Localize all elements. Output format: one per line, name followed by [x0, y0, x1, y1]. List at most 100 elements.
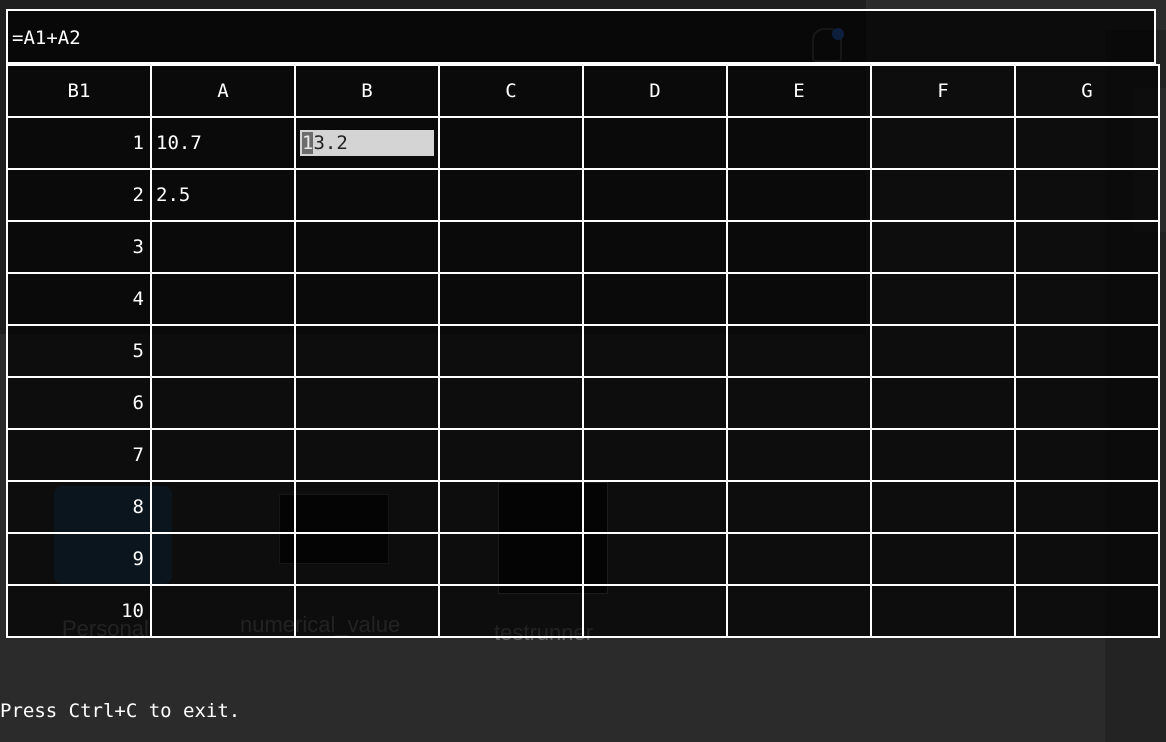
cell-g3[interactable]: [1014, 220, 1160, 274]
cell-g4[interactable]: [1014, 272, 1160, 326]
cell-f9[interactable]: [870, 532, 1016, 586]
cell-a2[interactable]: 2.5: [150, 168, 296, 222]
column-header-e[interactable]: E: [726, 64, 872, 118]
formula-bar[interactable]: =A1+A2: [6, 9, 1156, 64]
cell-b10[interactable]: [294, 584, 440, 638]
cell-b2[interactable]: [294, 168, 440, 222]
cell-a6[interactable]: [150, 376, 296, 430]
row-header[interactable]: 7: [6, 428, 152, 482]
cell-g8[interactable]: [1014, 480, 1160, 534]
cell-f4[interactable]: [870, 272, 1016, 326]
column-header-a[interactable]: A: [150, 64, 296, 118]
cell-c4[interactable]: [438, 272, 584, 326]
cell-f7[interactable]: [870, 428, 1016, 482]
cell-c2[interactable]: [438, 168, 584, 222]
table-row: 8: [6, 480, 1160, 534]
terminal-spreadsheet: =A1+A2 B1 A B C D E F G 1 10.7 13.2 2 2.…: [0, 0, 1166, 742]
cell-f2[interactable]: [870, 168, 1016, 222]
cell-b8[interactable]: [294, 480, 440, 534]
cell-e7[interactable]: [726, 428, 872, 482]
cell-c7[interactable]: [438, 428, 584, 482]
cell-d5[interactable]: [582, 324, 728, 378]
cell-d9[interactable]: [582, 532, 728, 586]
cell-f8[interactable]: [870, 480, 1016, 534]
column-header-row: B1 A B C D E F G: [6, 64, 1160, 118]
cell-d4[interactable]: [582, 272, 728, 326]
cell-e2[interactable]: [726, 168, 872, 222]
cell-d1[interactable]: [582, 116, 728, 170]
table-row: 1 10.7 13.2: [6, 116, 1160, 170]
cell-e9[interactable]: [726, 532, 872, 586]
cell-b5[interactable]: [294, 324, 440, 378]
cell-g6[interactable]: [1014, 376, 1160, 430]
cell-a4[interactable]: [150, 272, 296, 326]
cell-g10[interactable]: [1014, 584, 1160, 638]
cell-c10[interactable]: [438, 584, 584, 638]
column-header-c[interactable]: C: [438, 64, 584, 118]
row-header[interactable]: 5: [6, 324, 152, 378]
cell-f5[interactable]: [870, 324, 1016, 378]
cell-e3[interactable]: [726, 220, 872, 274]
cell-editor[interactable]: 13.2: [300, 130, 434, 156]
row-header[interactable]: 1: [6, 116, 152, 170]
column-header-g[interactable]: G: [1014, 64, 1160, 118]
cell-f6[interactable]: [870, 376, 1016, 430]
cell-c3[interactable]: [438, 220, 584, 274]
cell-reference: B1: [6, 64, 152, 118]
cell-d8[interactable]: [582, 480, 728, 534]
cell-g7[interactable]: [1014, 428, 1160, 482]
cell-a10[interactable]: [150, 584, 296, 638]
row-header[interactable]: 3: [6, 220, 152, 274]
cell-d7[interactable]: [582, 428, 728, 482]
column-header-b[interactable]: B: [294, 64, 440, 118]
row-header[interactable]: 2: [6, 168, 152, 222]
cell-b7[interactable]: [294, 428, 440, 482]
cell-a7[interactable]: [150, 428, 296, 482]
cell-b3[interactable]: [294, 220, 440, 274]
cell-g9[interactable]: [1014, 532, 1160, 586]
cell-g1[interactable]: [1014, 116, 1160, 170]
cell-a1[interactable]: 10.7: [150, 116, 296, 170]
cell-b9[interactable]: [294, 532, 440, 586]
table-row: 7: [6, 428, 1160, 482]
column-header-d[interactable]: D: [582, 64, 728, 118]
row-header[interactable]: 4: [6, 272, 152, 326]
column-header-f[interactable]: F: [870, 64, 1016, 118]
cell-e4[interactable]: [726, 272, 872, 326]
cell-b4[interactable]: [294, 272, 440, 326]
table-row: 6: [6, 376, 1160, 430]
table-row: 2 2.5: [6, 168, 1160, 222]
cell-e8[interactable]: [726, 480, 872, 534]
cell-e1[interactable]: [726, 116, 872, 170]
cell-d6[interactable]: [582, 376, 728, 430]
cell-a3[interactable]: [150, 220, 296, 274]
row-header[interactable]: 10: [6, 584, 152, 638]
table-row: 9: [6, 532, 1160, 586]
cell-a9[interactable]: [150, 532, 296, 586]
row-header[interactable]: 8: [6, 480, 152, 534]
cell-d3[interactable]: [582, 220, 728, 274]
cell-c9[interactable]: [438, 532, 584, 586]
cell-e5[interactable]: [726, 324, 872, 378]
cell-a8[interactable]: [150, 480, 296, 534]
cell-b1-selected[interactable]: 13.2: [294, 116, 440, 170]
cell-g2[interactable]: [1014, 168, 1160, 222]
cell-c8[interactable]: [438, 480, 584, 534]
cell-a5[interactable]: [150, 324, 296, 378]
cell-f3[interactable]: [870, 220, 1016, 274]
cell-d2[interactable]: [582, 168, 728, 222]
cell-d10[interactable]: [582, 584, 728, 638]
cell-e6[interactable]: [726, 376, 872, 430]
row-header[interactable]: 9: [6, 532, 152, 586]
cell-g5[interactable]: [1014, 324, 1160, 378]
cell-c1[interactable]: [438, 116, 584, 170]
cell-b6[interactable]: [294, 376, 440, 430]
cell-f10[interactable]: [870, 584, 1016, 638]
cell-c5[interactable]: [438, 324, 584, 378]
spreadsheet-grid: B1 A B C D E F G 1 10.7 13.2 2 2.5 3 4 5…: [6, 64, 1160, 638]
row-header[interactable]: 6: [6, 376, 152, 430]
cell-c6[interactable]: [438, 376, 584, 430]
cell-f1[interactable]: [870, 116, 1016, 170]
cell-e10[interactable]: [726, 584, 872, 638]
text-cursor: 1: [302, 132, 314, 154]
